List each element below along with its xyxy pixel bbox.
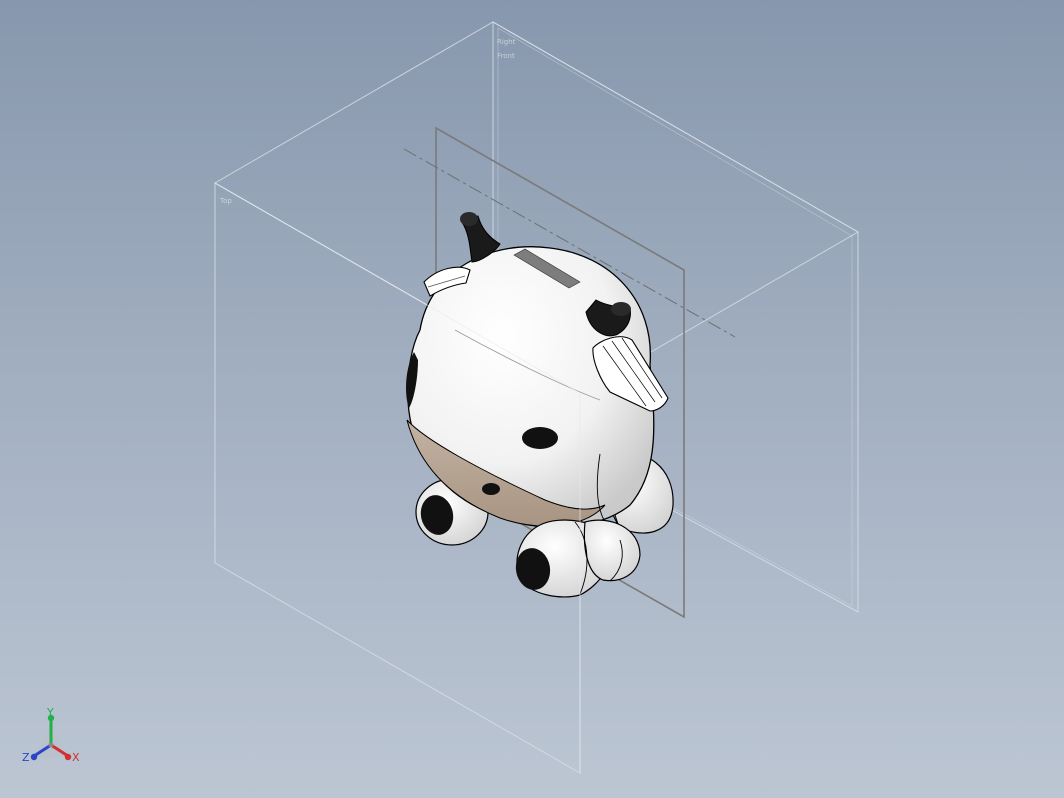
top-plane-label: Top [219, 197, 232, 205]
z-axis-tip [30, 753, 38, 761]
y-axis-label: Y [46, 706, 54, 719]
right-plane-label: Right [497, 38, 516, 46]
view-triad[interactable]: Y X Z [22, 706, 80, 764]
cow-model[interactable] [406, 212, 674, 598]
nostril [482, 483, 500, 495]
front-plane-label: Front [497, 52, 515, 60]
z-axis-label: Z [22, 751, 30, 764]
graphics-viewport[interactable]: Top Right Front Y X Z [0, 0, 1064, 798]
face-spot [522, 427, 558, 449]
x-axis-tip [64, 753, 72, 761]
model-canvas[interactable]: Top Right Front Y X Z [0, 0, 1064, 798]
x-axis-label: X [72, 751, 80, 764]
